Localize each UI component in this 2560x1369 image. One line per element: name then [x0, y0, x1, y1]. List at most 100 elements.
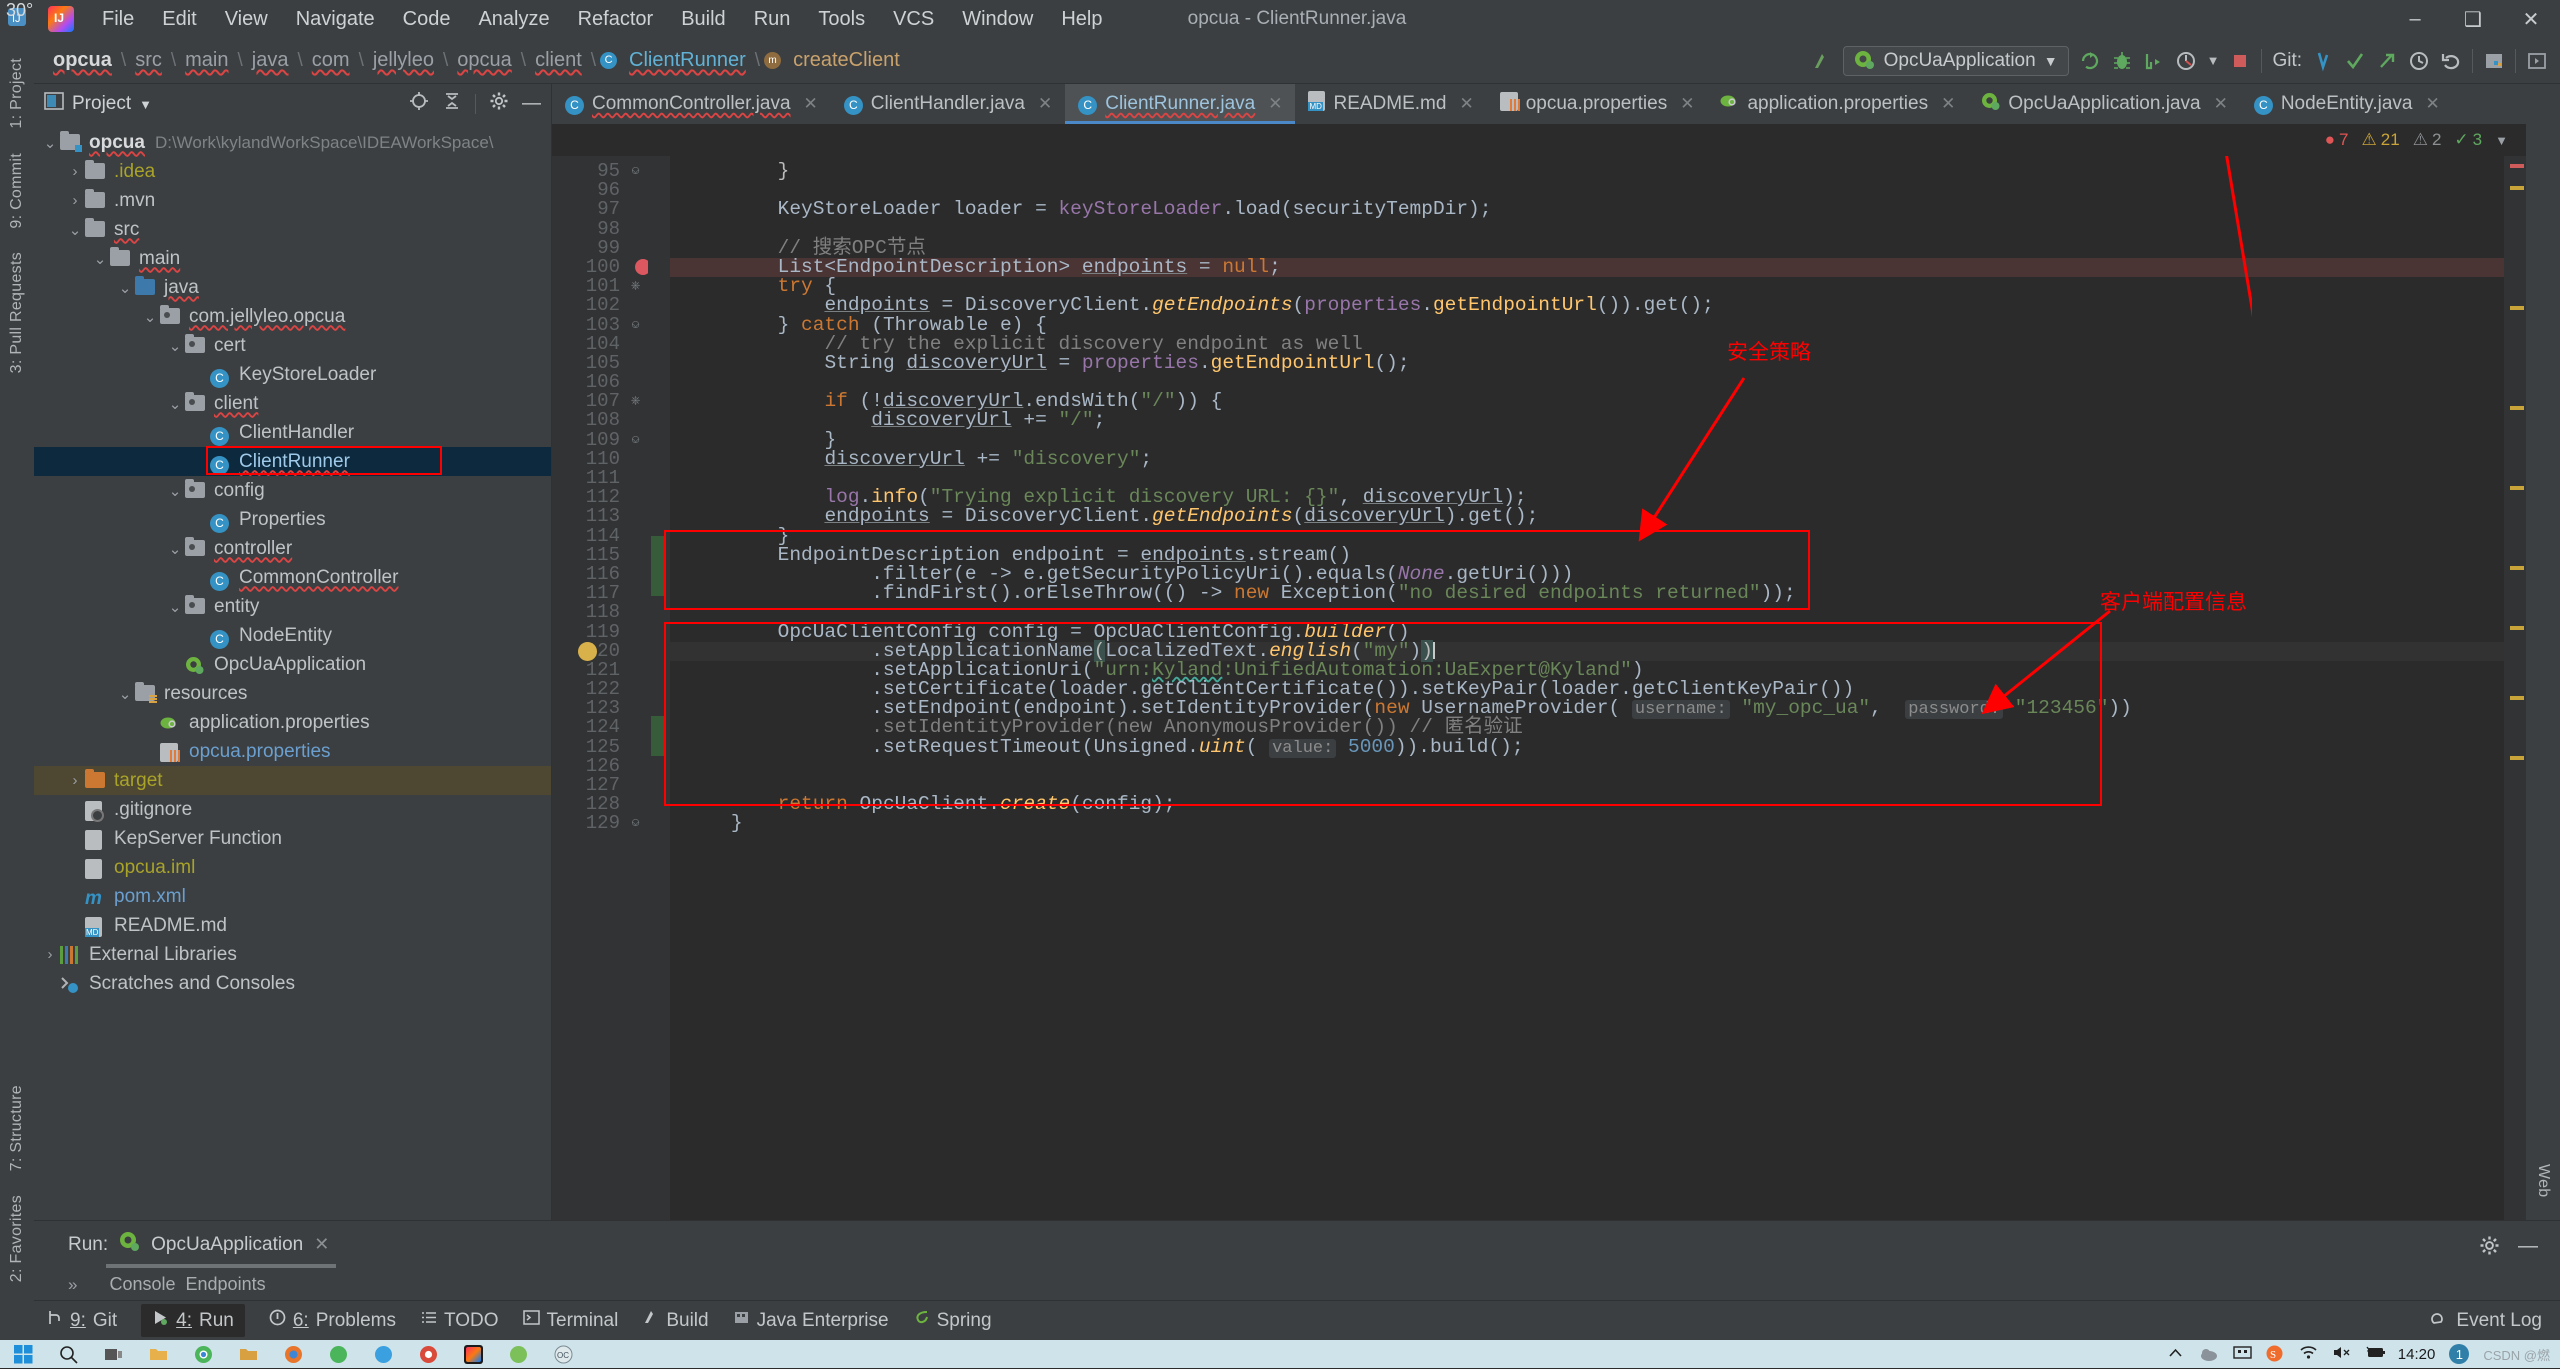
chevron-down-icon[interactable]: ⌄	[165, 482, 185, 500]
build-icon[interactable]	[1811, 50, 1833, 72]
breadcrumb-method[interactable]: createClient	[788, 49, 905, 72]
menu-help[interactable]: Help	[1047, 5, 1116, 34]
chevron-down-icon[interactable]: ⌄	[65, 221, 85, 239]
status-item-git[interactable]: 9: Git	[46, 1309, 117, 1332]
project-tree[interactable]: ⌄ opcua D:\Work\kylandWorkSpace\IDEAWorkSp…	[34, 124, 551, 1220]
fold-end-icon[interactable]: ⎉	[629, 318, 642, 332]
chevron-down-icon[interactable]: ⌄	[165, 540, 185, 558]
profile-icon[interactable]	[2175, 50, 2197, 72]
editor-marker[interactable]	[2510, 696, 2524, 700]
chevron-up-icon[interactable]	[2167, 1345, 2186, 1364]
menu-navigate[interactable]: Navigate	[282, 5, 389, 34]
collapse-all-icon[interactable]	[442, 91, 462, 117]
expand-icon[interactable]: »	[68, 1275, 77, 1295]
editor-tab-commoncontroller-java[interactable]: C CommonController.java ✕	[552, 84, 831, 124]
inspection-widget[interactable]: ● 7 ⚠ 21 ⚠ 2 ✓ 3 ▼	[552, 124, 2526, 156]
breadcrumb-java[interactable]: java	[247, 49, 294, 72]
editor-tab-opcuaapplication-java[interactable]: OpcUaApplication.java ✕	[1968, 84, 2240, 124]
folder-icon[interactable]	[239, 1345, 258, 1364]
editor-marker[interactable]	[2510, 626, 2524, 630]
inspections-dropdown-icon[interactable]: ▼	[2495, 133, 2508, 148]
tree-item-external-libraries[interactable]: › External Libraries	[34, 940, 551, 969]
tree-item-controller[interactable]: ⌄ controller	[34, 534, 551, 563]
breadcrumb-main[interactable]: main	[180, 49, 233, 72]
menu-edit[interactable]: Edit	[148, 5, 210, 34]
close-icon[interactable]: ✕	[1268, 94, 1282, 114]
editor-scrollbar[interactable]	[2504, 156, 2526, 1220]
code-editor[interactable]: 95 ⎉ 96 97 98 99 100 101 ⎈ 102 103 ⎉ 104 105 106 107 ⎈ 10…	[552, 156, 2526, 1220]
tree-item-target[interactable]: › target	[34, 766, 551, 795]
breadcrumb-jellyleo[interactable]: jellyleo	[368, 49, 439, 72]
menu-refactor[interactable]: Refactor	[564, 5, 668, 34]
code-content[interactable]: } KeyStoreLoader loader = keyStoreLoader…	[670, 156, 2504, 1220]
tree-item-readme-md[interactable]: README.md	[34, 911, 551, 940]
minimize-button[interactable]: –	[2386, 8, 2444, 31]
wechat-icon[interactable]	[329, 1345, 348, 1364]
chevron-right-icon[interactable]: ›	[65, 163, 85, 180]
maximize-button[interactable]: ❑	[2444, 7, 2502, 32]
menu-tools[interactable]: Tools	[804, 5, 879, 34]
tree-item-opcua-iml[interactable]: opcua.iml	[34, 853, 551, 882]
chevron-down-icon[interactable]: ⌄	[115, 685, 135, 703]
tree-item-opcua[interactable]: ⌄ opcua D:\Work\kylandWorkSpace\IDEAWorkSp…	[34, 128, 551, 157]
status-item-terminal[interactable]: Terminal	[522, 1309, 618, 1332]
tree-item-nodeentity[interactable]: C NodeEntity	[34, 621, 551, 650]
chevron-down-icon[interactable]: ▼	[2044, 53, 2058, 69]
tree-item--mvn[interactable]: › .mvn	[34, 186, 551, 215]
run-sub-tabs[interactable]: » Console Endpoints	[34, 1274, 2560, 1295]
tree-item-entity[interactable]: ⌄ entity	[34, 592, 551, 621]
status-item-problems[interactable]: 6: Problems	[269, 1309, 396, 1332]
code-line-97[interactable]: KeyStoreLoader loader = keyStoreLoader.l…	[670, 200, 2504, 220]
code-line-125[interactable]: .setRequestTimeout(Unsigned.uint( value:…	[670, 737, 2504, 758]
editor-tabs[interactable]: C CommonController.java ✕ C ClientHandler.ja…	[552, 84, 2526, 124]
search-everywhere-icon[interactable]	[2526, 50, 2548, 72]
code-line-113[interactable]: endpoints = DiscoveryClient.getEndpoints…	[670, 507, 2504, 527]
chevron-down-icon[interactable]: ⌄	[90, 250, 110, 268]
editor-marker[interactable]	[2510, 164, 2524, 168]
typo-count[interactable]: ✓ 3	[2454, 130, 2482, 150]
menu-vcs[interactable]: VCS	[879, 5, 948, 34]
run-icon[interactable]	[2079, 50, 2101, 72]
menu-build[interactable]: Build	[667, 5, 739, 34]
editor-marker[interactable]	[2510, 306, 2524, 310]
code-line-100[interactable]: List<EndpointDescription> endpoints = nu…	[670, 257, 2504, 278]
close-icon[interactable]: ✕	[1038, 94, 1052, 114]
gear-icon[interactable]	[489, 91, 509, 117]
stop-icon[interactable]	[2229, 50, 2251, 72]
run-subtab-console[interactable]: Console	[109, 1274, 175, 1295]
line-number-108[interactable]: 108	[552, 411, 648, 430]
code-line-128[interactable]: return OpcUaClient.create(config);	[670, 794, 2504, 814]
code-line-108[interactable]: discoveryUrl += "/";	[670, 411, 2504, 431]
project-structure-icon[interactable]	[2483, 50, 2505, 72]
close-icon[interactable]: ✕	[1941, 94, 1955, 114]
breadcrumb-opcua-pkg[interactable]: opcua	[452, 49, 517, 72]
tree-item-cert[interactable]: ⌄ cert	[34, 331, 551, 360]
windows-taskbar[interactable]: OC S 14:20 1 CSDN @燃	[0, 1340, 2560, 1368]
status-item-todo[interactable]: TODO	[420, 1309, 499, 1332]
chevron-right-icon[interactable]: ›	[65, 192, 85, 209]
close-icon[interactable]: ✕	[1680, 94, 1694, 114]
commit-icon[interactable]	[2344, 50, 2366, 72]
status-item-java-enterprise[interactable]: Java Enterprise	[733, 1309, 889, 1332]
fold-end-icon[interactable]: ⎉	[629, 817, 642, 830]
chevron-down-icon[interactable]: ⌄	[115, 279, 135, 297]
intention-bulb-icon[interactable]	[578, 641, 597, 661]
run-panel-config-name[interactable]: OpcUaApplication	[151, 1234, 303, 1256]
event-log-label[interactable]: Event Log	[2456, 1310, 2542, 1332]
code-line-98[interactable]	[670, 220, 2504, 239]
fold-end-icon[interactable]: ⎉	[629, 165, 642, 178]
breadcrumb[interactable]: opcua \ src \ main \ java \ com \ jellyleo \ o…	[34, 49, 905, 72]
sogou-input-icon[interactable]: S	[2266, 1345, 2285, 1364]
line-number-114[interactable]: 114	[552, 526, 648, 546]
line-number-gutter[interactable]: 95 ⎉ 96 97 98 99 100 101 ⎈ 102 103 ⎉ 104 105 106 107 ⎈ 10…	[552, 156, 651, 1220]
editor-tab-opcua-properties[interactable]: opcua.properties ✕	[1487, 84, 1708, 124]
chevron-down-icon[interactable]: ⌄	[165, 395, 185, 413]
app-icon[interactable]	[509, 1345, 528, 1364]
fold-start-icon[interactable]: ⎈	[629, 280, 642, 293]
tree-item-commoncontroller[interactable]: C CommonController	[34, 563, 551, 592]
breadcrumb-client[interactable]: client	[530, 49, 587, 72]
menu-code[interactable]: Code	[389, 5, 465, 34]
intellij-taskbar-icon[interactable]	[464, 1344, 483, 1364]
push-icon[interactable]	[2376, 50, 2398, 72]
tree-item-src[interactable]: ⌄ src	[34, 215, 551, 244]
